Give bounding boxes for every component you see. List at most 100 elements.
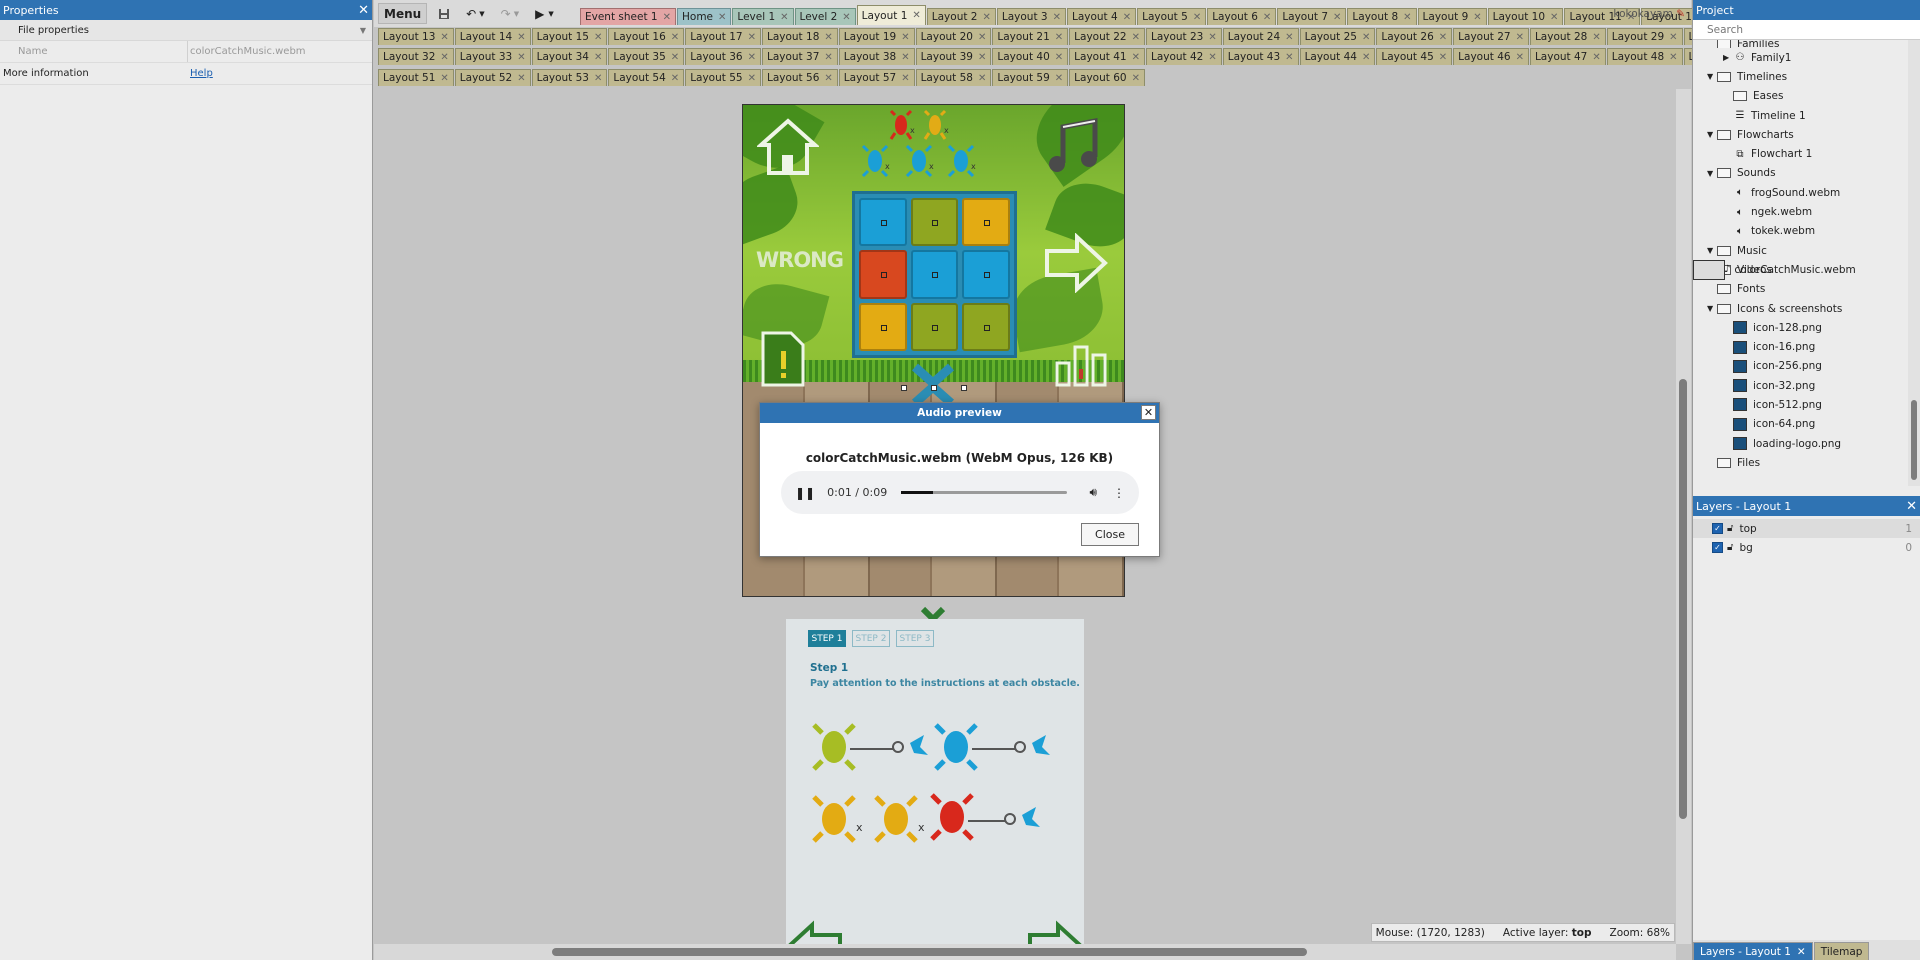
close-icon[interactable]: ✕ (1362, 52, 1370, 63)
close-icon[interactable]: ✕ (780, 12, 788, 23)
close-icon[interactable]: ✕ (1053, 12, 1061, 23)
dialog-close-icon[interactable]: ✕ (1141, 405, 1156, 420)
tree-item[interactable]: ▶ ⚇ Family1 (1693, 48, 1907, 67)
save-icon[interactable] (433, 3, 455, 24)
close-icon[interactable]: ✕ (901, 32, 909, 43)
close-icon[interactable]: ✕ (718, 12, 726, 23)
tab-layout-8[interactable]: Layout 8 ✕ (1347, 8, 1417, 25)
layer-row[interactable]: ✓ 🔓︎ bg 0 (1693, 538, 1920, 557)
close-icon[interactable]: ✕ (1132, 32, 1140, 43)
collapse-arrow-icon[interactable]: ▼ (1707, 169, 1717, 178)
close-icon[interactable]: ✕ (1132, 73, 1140, 84)
tab-layout-27[interactable]: Layout 27 ✕ (1453, 28, 1529, 45)
close-icon[interactable]: ✕ (671, 52, 679, 63)
tree-item[interactable]: icon-64.png (1693, 415, 1907, 434)
tree-item[interactable]: icon-256.png (1693, 357, 1907, 376)
visibility-checkbox[interactable]: ✓ (1712, 542, 1723, 553)
tab-layout-13[interactable]: Layout 13 ✕ (378, 28, 454, 45)
tab-layout-29[interactable]: Layout 29 ✕ (1606, 28, 1683, 45)
close-icon[interactable]: ✕ (978, 32, 986, 43)
tree-item[interactable]: icon-32.png (1693, 376, 1907, 395)
tab-layout-53[interactable]: Layout 53 ✕ (531, 69, 608, 86)
close-icon[interactable]: ✕ (1669, 52, 1677, 63)
tab-layout-38[interactable]: Layout 38 ✕ (838, 48, 915, 65)
tab-layout-7[interactable]: Layout 7 ✕ (1277, 8, 1347, 25)
project-search-input[interactable]: Search (1693, 20, 1920, 40)
close-icon[interactable]: ✕ (1550, 12, 1558, 23)
tab-layout-1[interactable]: Layout 1 ✕ (856, 5, 926, 25)
collapse-arrow-icon[interactable]: ▼ (1707, 72, 1717, 81)
tab-layout-56[interactable]: Layout 56 ✕ (761, 69, 838, 86)
tree-item[interactable]: icon-16.png (1693, 337, 1907, 356)
tab-layers[interactable]: Layers - Layout 1 ✕ (1693, 942, 1813, 960)
tab-layout-10[interactable]: Layout 10 ✕ (1487, 8, 1564, 25)
tab-layout-42[interactable]: Layout 42 ✕ (1145, 48, 1222, 65)
close-icon[interactable]: ✕ (671, 73, 679, 84)
close-icon[interactable]: ✕ (517, 73, 525, 84)
tab-layout-57[interactable]: Layout 57 ✕ (838, 69, 915, 86)
tab-layout-58[interactable]: Layout 58 ✕ (915, 69, 992, 86)
tab-layout-43[interactable]: Layout 43 ✕ (1222, 48, 1299, 65)
collapse-arrow-icon[interactable]: ▼ (360, 26, 366, 35)
tab-level-1[interactable]: Level 1 ✕ (732, 8, 794, 25)
project-scrollbar[interactable] (1908, 40, 1920, 486)
tree-item[interactable]: 🔈︎ tokek.webm (1693, 222, 1907, 241)
selection-handle[interactable] (901, 385, 907, 391)
tree-item[interactable]: ▼ Music (1693, 241, 1907, 260)
close-icon[interactable]: ✕ (748, 73, 756, 84)
tab-layout-3[interactable]: Layout 3 ✕ (996, 8, 1066, 25)
tab-event-sheet-1[interactable]: Event sheet 1 ✕ (580, 8, 676, 25)
tab-layout-48[interactable]: Layout 48 ✕ (1606, 48, 1683, 65)
redo-icon[interactable]: ↷ ▼ (496, 3, 524, 24)
tab-layout-23[interactable]: Layout 23 ✕ (1145, 28, 1222, 45)
close-icon[interactable]: ✕ (1055, 32, 1063, 43)
tab-layout-28[interactable]: Layout 28 ✕ (1529, 28, 1606, 45)
tab-layout-47[interactable]: Layout 47 ✕ (1529, 48, 1606, 65)
close-icon[interactable]: ✕ (440, 32, 448, 43)
file-properties-section[interactable]: File properties ▼ (0, 20, 372, 41)
vertical-scrollbar[interactable] (1676, 89, 1691, 944)
tree-item[interactable]: Eases (1693, 87, 1907, 106)
selection-handle[interactable] (931, 385, 937, 391)
close-icon[interactable]: ✕ (671, 32, 679, 43)
close-icon[interactable]: ✕ (978, 73, 986, 84)
close-icon[interactable]: ✕ (1263, 12, 1271, 23)
close-icon[interactable]: ✕ (594, 52, 602, 63)
tab-layout-32[interactable]: Layout 32 ✕ (378, 48, 454, 65)
tab-layout-14[interactable]: Layout 14 ✕ (454, 28, 531, 45)
close-icon[interactable]: ✕ (594, 73, 602, 84)
close-icon[interactable]: ✕ (748, 52, 756, 63)
tab-layout-51[interactable]: Layout 51 ✕ (378, 69, 454, 86)
tree-item[interactable]: Families (1693, 40, 1907, 48)
close-icon[interactable]: ✕ (517, 52, 525, 63)
close-icon[interactable]: ✕ (1403, 12, 1411, 23)
close-icon[interactable]: ✕ (1592, 52, 1600, 63)
tab-layout-60[interactable]: Layout 60 ✕ (1069, 69, 1145, 86)
close-icon[interactable]: ✕ (1516, 32, 1524, 43)
tab-layout-4[interactable]: Layout 4 ✕ (1066, 8, 1137, 25)
close-icon[interactable]: ✕ (901, 73, 909, 84)
undo-icon[interactable]: ↶ ▼ (461, 3, 489, 24)
tree-item[interactable]: Fonts (1693, 280, 1907, 299)
tree-item[interactable]: ▼ Flowcharts (1693, 125, 1907, 144)
tree-item[interactable]: ▼ Icons & screenshots (1693, 299, 1907, 318)
horizontal-scrollbar[interactable] (374, 944, 1676, 960)
tab-layout-45[interactable]: Layout 45 ✕ (1376, 48, 1453, 65)
tab-layout-40[interactable]: Layout 40 ✕ (992, 48, 1069, 65)
tab-layout-5[interactable]: Layout 5 ✕ (1137, 8, 1207, 25)
close-icon[interactable]: ✕ (1516, 52, 1524, 63)
step-3-tab[interactable]: STEP 3 (896, 630, 934, 647)
close-icon[interactable]: ✕ (1285, 52, 1293, 63)
collapse-arrow-icon[interactable]: ▼ (1707, 130, 1717, 139)
close-icon[interactable]: ✕ (440, 52, 448, 63)
lock-icon[interactable]: 🔓︎ (1727, 542, 1733, 553)
close-icon[interactable]: ✕ (1439, 32, 1447, 43)
tab-layout-6[interactable]: Layout 6 ✕ (1207, 8, 1277, 25)
tree-item[interactable]: ▼ Sounds (1693, 164, 1907, 183)
close-icon[interactable]: ✕ (1333, 12, 1341, 23)
close-icon[interactable]: ✕ (517, 32, 525, 43)
tab-layout-52[interactable]: Layout 52 ✕ (454, 69, 531, 86)
tab-layout-15[interactable]: Layout 15 ✕ (531, 28, 608, 45)
close-icon[interactable]: ✕ (440, 73, 448, 84)
close-icon[interactable]: ✕ (1193, 12, 1201, 23)
